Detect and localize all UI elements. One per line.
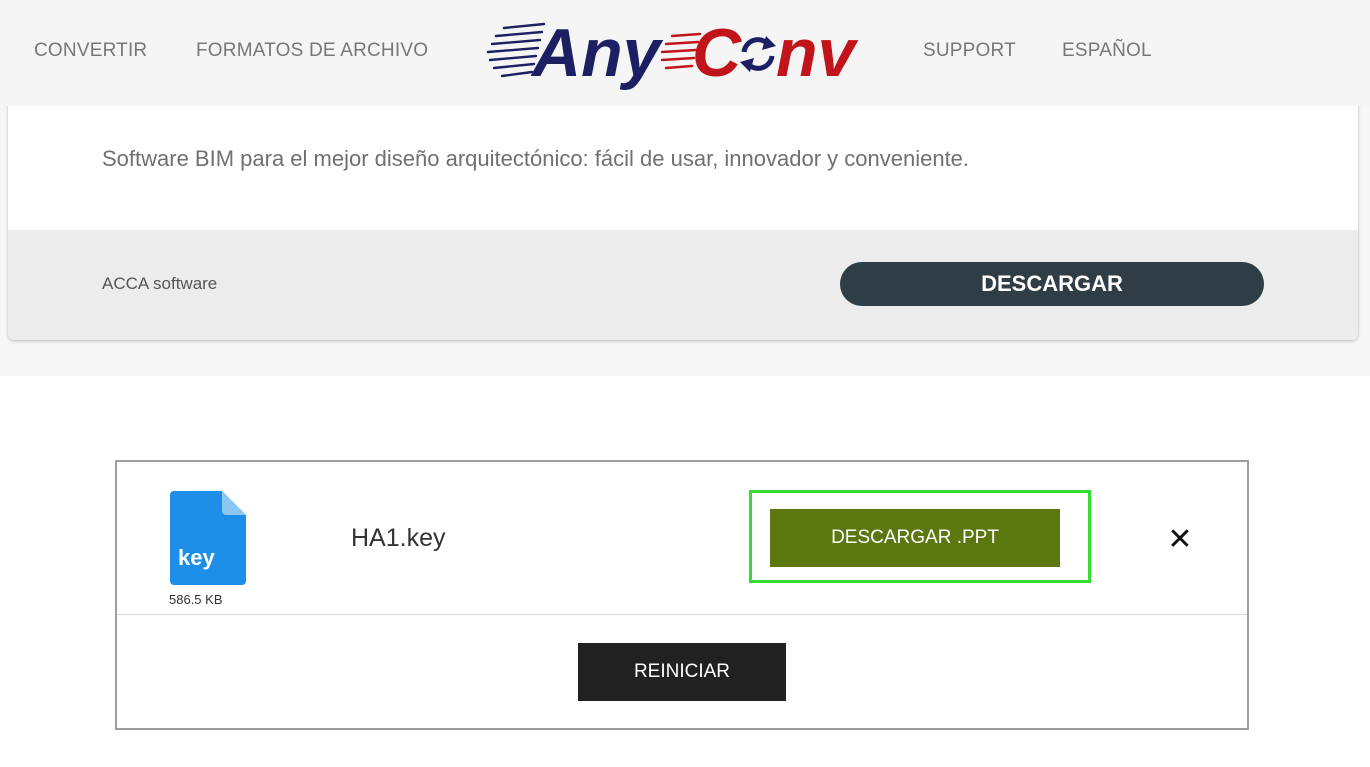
file-icon-label: key [178, 545, 215, 570]
file-size: 586.5 KB [169, 592, 223, 607]
nav-convertir[interactable]: CONVERTIR [34, 40, 147, 62]
restart-button[interactable]: REINICIAR [578, 643, 786, 701]
top-navigation: CONVERTIR FORMATOS DE ARCHIVO Any C nv S… [0, 0, 1370, 106]
ad-footer: ACCA software DESCARGAR [8, 230, 1358, 340]
ad-download-button[interactable]: DESCARGAR [840, 262, 1264, 306]
nav-support[interactable]: SUPPORT [923, 40, 1016, 62]
file-name: HA1.key [351, 524, 446, 552]
logo-any: Any [530, 15, 664, 90]
nav-espanol[interactable]: ESPAÑOL [1062, 40, 1152, 62]
ad-description: Software BIM para el mejor diseño arquit… [102, 146, 970, 171]
close-icon[interactable]: ✕ [1163, 520, 1197, 558]
conversion-result-panel: key 586.5 KB HA1.key DESCARGAR .PPT ✕ RE… [115, 460, 1249, 730]
ad-brand[interactable]: ACCA software [102, 274, 217, 294]
key-file-icon: key [170, 491, 246, 585]
logo-nv: nv [776, 15, 859, 90]
download-ppt-button[interactable]: DESCARGAR .PPT [770, 509, 1060, 567]
refresh-arrows-icon [740, 36, 776, 72]
nav-formatos-de-archivo[interactable]: FORMATOS DE ARCHIVO [196, 40, 428, 62]
anyconv-logo[interactable]: Any C nv [486, 10, 872, 90]
file-row: key 586.5 KB HA1.key DESCARGAR .PPT ✕ [117, 462, 1247, 615]
logo-c: C [692, 15, 742, 90]
